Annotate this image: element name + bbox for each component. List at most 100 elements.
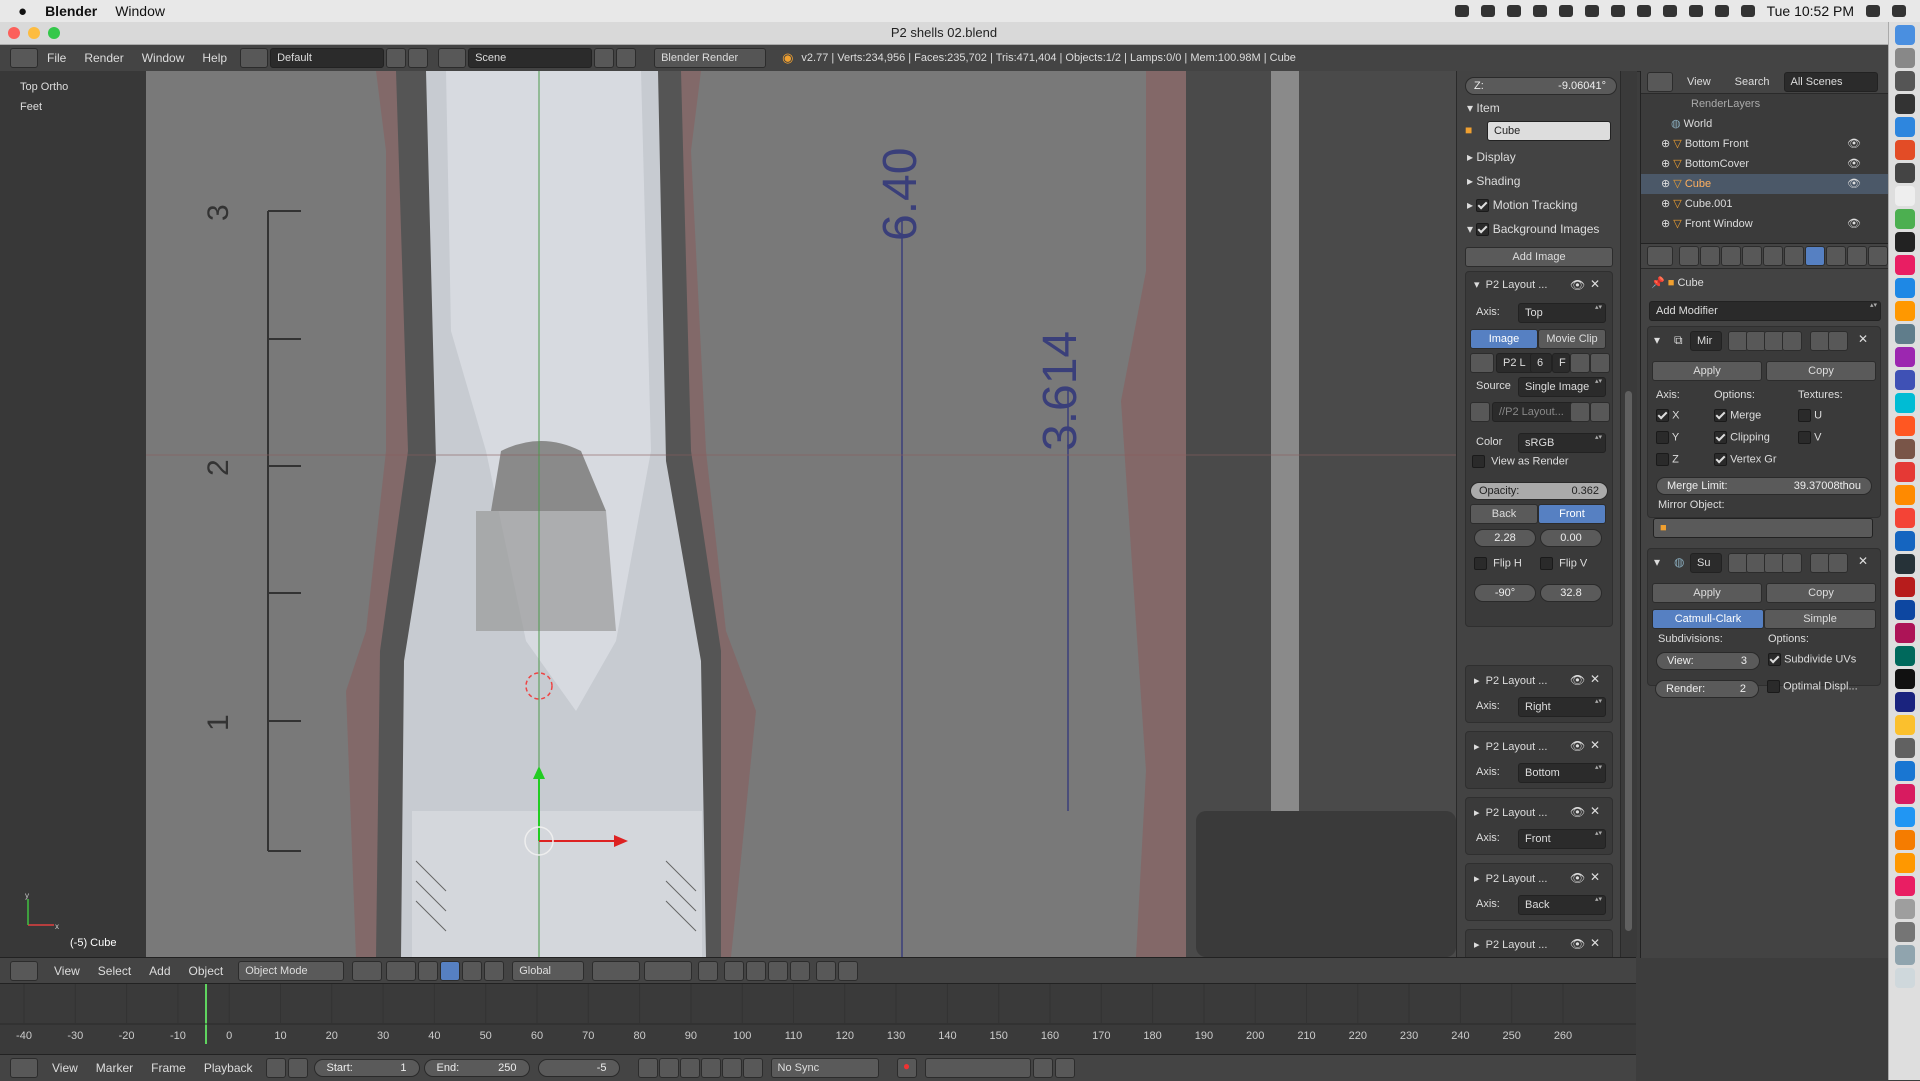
subsurf-render-levels[interactable]: Render: 2: [1655, 680, 1759, 698]
outliner-item[interactable]: ⊕ ▽ Bottom Front 👁: [1641, 134, 1889, 154]
orientation-select[interactable]: Global: [512, 961, 585, 981]
axis-select[interactable]: Back: [1518, 895, 1606, 915]
pack-icon[interactable]: [1470, 402, 1490, 422]
menu-render[interactable]: Render: [84, 51, 123, 65]
apple-icon[interactable]: ●: [18, 3, 27, 20]
outliner-item[interactable]: RenderLayers: [1641, 94, 1889, 114]
remove-bg-icon[interactable]: ✕: [1590, 738, 1600, 752]
move-up-icon[interactable]: [1810, 331, 1830, 351]
dock-app-icon[interactable]: [1895, 738, 1915, 758]
spotlight-icon[interactable]: [1866, 5, 1880, 17]
outliner-menu-view[interactable]: View: [1687, 76, 1711, 88]
remove-layout-icon[interactable]: [408, 48, 429, 68]
panel-background-images-header[interactable]: ▾ Background Images: [1457, 218, 1599, 240]
subdivide-uvs-row[interactable]: Subdivide UVs: [1768, 653, 1856, 666]
world-tab-icon[interactable]: [1742, 246, 1762, 266]
window-menu[interactable]: Window: [115, 3, 165, 19]
flip-v-row[interactable]: Flip V: [1540, 557, 1587, 570]
flip-h-checkbox[interactable]: [1474, 557, 1487, 570]
merge-checkbox[interactable]: [1714, 409, 1727, 422]
play-icon[interactable]: [700, 1058, 721, 1078]
mirror-apply-button[interactable]: Apply: [1652, 361, 1762, 381]
dock-app-icon[interactable]: [1895, 278, 1915, 298]
dock-app-icon[interactable]: [1895, 393, 1915, 413]
render-engine-select[interactable]: Blender Render: [654, 48, 767, 68]
move-up-icon[interactable]: [1810, 553, 1830, 573]
timeline-menu-playback[interactable]: Playback: [204, 1061, 253, 1075]
dock-app-icon[interactable]: [1895, 347, 1915, 367]
dock-app-icon[interactable]: [1895, 232, 1915, 252]
subsurf-view-levels[interactable]: View: 3: [1656, 652, 1760, 670]
vertex-groups-checkbox[interactable]: [1714, 453, 1727, 466]
dock-app-icon[interactable]: [1895, 370, 1915, 390]
timeline-menu-frame[interactable]: Frame: [151, 1061, 186, 1075]
bluetooth-icon[interactable]: [1662, 5, 1677, 17]
snap-toggle-icon[interactable]: [746, 961, 767, 981]
add-scene-icon[interactable]: [594, 48, 615, 68]
delete-keyframe-icon[interactable]: [1054, 1058, 1075, 1078]
dock-app-icon[interactable]: [1895, 600, 1915, 620]
dock-app-icon[interactable]: [1895, 692, 1915, 712]
texture-v-row[interactable]: V: [1798, 431, 1821, 444]
dock-app-icon[interactable]: [1895, 71, 1915, 91]
subsurf-modifier-name[interactable]: Su: [1690, 553, 1722, 573]
add-layout-icon[interactable]: [386, 48, 407, 68]
dock-app-icon[interactable]: [1895, 140, 1915, 160]
scale-manip-icon[interactable]: [484, 961, 505, 981]
flip-v-checkbox[interactable]: [1540, 557, 1553, 570]
axis-z-row[interactable]: Z: [1656, 453, 1679, 466]
remove-bg-icon[interactable]: ✕: [1590, 277, 1600, 291]
editmode-toggle-icon[interactable]: [1764, 553, 1784, 573]
item-name-field[interactable]: Cube: [1487, 121, 1611, 141]
remove-scene-icon[interactable]: [616, 48, 637, 68]
dock-app-icon[interactable]: [1895, 324, 1915, 344]
move-down-icon[interactable]: [1828, 331, 1848, 351]
texture-v-checkbox[interactable]: [1798, 431, 1811, 444]
proportional-edit-icon[interactable]: [724, 961, 745, 981]
dock-app-icon[interactable]: [1895, 554, 1915, 574]
scene-icon[interactable]: [438, 48, 467, 68]
remove-modifier-icon[interactable]: ✕: [1858, 554, 1868, 568]
size-field[interactable]: 32.8: [1540, 584, 1602, 602]
reload-icon[interactable]: [1590, 402, 1610, 422]
layers-grid-b[interactable]: [644, 961, 693, 981]
outliner-item[interactable]: ⊕ ▽ Cube.001: [1641, 194, 1889, 214]
outliner-menu-search[interactable]: Search: [1735, 76, 1770, 88]
outliner-editor-icon[interactable]: [1647, 72, 1673, 92]
outliner-item[interactable]: ◍ World: [1641, 114, 1889, 134]
volume-icon[interactable]: [1740, 5, 1755, 17]
manipulator-toggle-icon[interactable]: [418, 961, 439, 981]
axis-z-checkbox[interactable]: [1656, 453, 1669, 466]
front-toggle[interactable]: Front: [1538, 504, 1606, 524]
dock-app-icon[interactable]: [1895, 945, 1915, 965]
layers-grid-a[interactable]: [592, 961, 641, 981]
dock-app-icon[interactable]: [1895, 669, 1915, 689]
play-reverse-icon[interactable]: [679, 1058, 700, 1078]
view-as-render-checkbox[interactable]: [1472, 455, 1485, 468]
bg-image-title[interactable]: ▸ P2 Layout ...: [1474, 806, 1547, 819]
constraints-tab-icon[interactable]: [1784, 246, 1804, 266]
editmode-toggle-icon[interactable]: [1764, 331, 1784, 351]
rotation-field[interactable]: -90°: [1474, 584, 1536, 602]
dock-app-icon[interactable]: [1895, 922, 1915, 942]
move-down-icon[interactable]: [1828, 553, 1848, 573]
dock-app-icon[interactable]: [1895, 531, 1915, 551]
render-tab-icon[interactable]: [1679, 246, 1699, 266]
creative-cloud-icon[interactable]: [1454, 5, 1469, 17]
timeline[interactable]: -40 -30 -20 -10 0 10 20 30 40 50 60 70 80 90 100 110 120…: [0, 983, 1636, 1064]
time-machine-icon[interactable]: [1610, 5, 1625, 17]
mirror-object-field[interactable]: ■: [1653, 518, 1873, 538]
merge-limit-field[interactable]: Merge Limit: 39.37008thou: [1656, 477, 1872, 495]
add-modifier-select[interactable]: Add Modifier: [1649, 301, 1881, 321]
remove-bg-icon[interactable]: ✕: [1590, 672, 1600, 686]
record-icon[interactable]: ●: [896, 1058, 917, 1078]
app-menu[interactable]: Blender: [45, 3, 97, 19]
dock-app-icon[interactable]: [1895, 761, 1915, 781]
axis-y-row[interactable]: Y: [1656, 431, 1679, 444]
stack-icon[interactable]: [1506, 5, 1521, 17]
eye-icon[interactable]: 👁: [1570, 673, 1585, 687]
dock-app-icon[interactable]: [1895, 646, 1915, 666]
view-as-render-row[interactable]: View as Render: [1472, 455, 1569, 468]
remove-modifier-icon[interactable]: ✕: [1858, 332, 1868, 346]
outliner-filter-select[interactable]: All Scenes: [1783, 72, 1878, 92]
